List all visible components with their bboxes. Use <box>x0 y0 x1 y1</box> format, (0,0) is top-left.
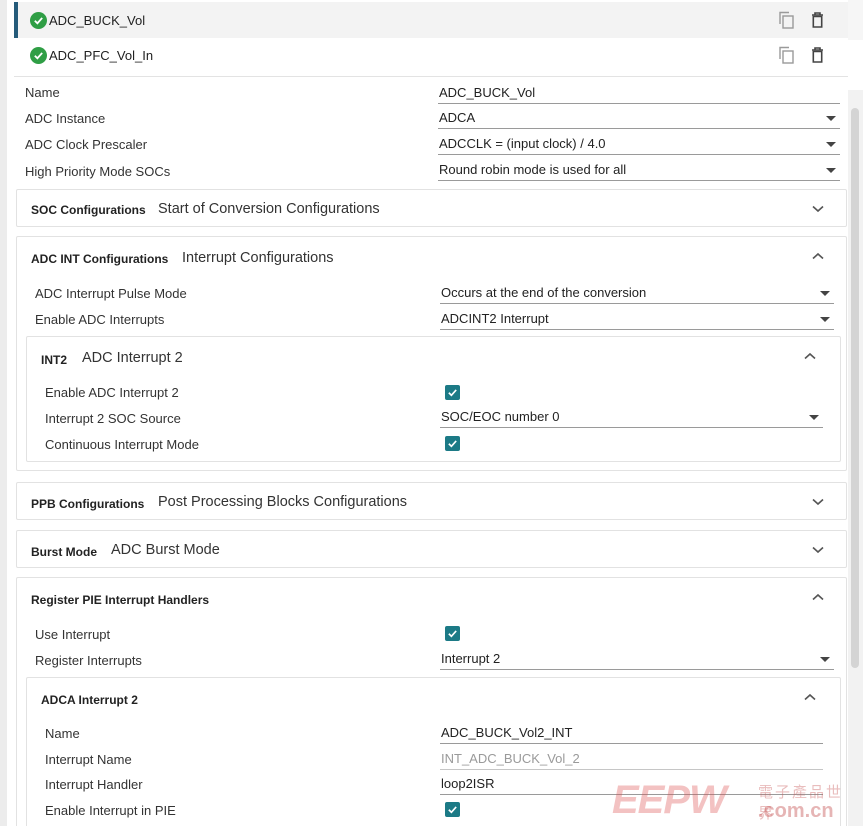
high-priority-label: High Priority Mode SOCs <box>25 164 171 179</box>
clock-prescaler-select[interactable]: ADCCLK = (input clock) / 4.0 <box>438 135 840 155</box>
enable-pie-checkbox[interactable] <box>445 802 460 817</box>
chevron-down-icon[interactable] <box>811 204 825 214</box>
chevron-up-icon[interactable] <box>811 592 825 602</box>
enable-int2-checkbox[interactable] <box>445 385 460 400</box>
section-subtitle: ADC Burst Mode <box>111 542 220 558</box>
burst-mode-section[interactable]: Burst Mode ADC Burst Mode <box>16 530 847 568</box>
section-title: PPB Configurations <box>31 497 145 511</box>
use-interrupt-checkbox[interactable] <box>445 626 460 641</box>
enable-pie-label: Enable Interrupt in PIE <box>45 803 176 818</box>
high-priority-select[interactable]: Round robin mode is used for all <box>438 161 840 181</box>
section-subtitle: Start of Conversion Configurations <box>158 201 380 217</box>
pulse-mode-label: ADC Interrupt Pulse Mode <box>35 286 187 301</box>
copy-icon[interactable] <box>778 11 795 29</box>
name-label: Name <box>25 85 60 100</box>
instance-row-adc-buck-vol[interactable]: ADC_BUCK_Vol <box>14 2 848 38</box>
section-subtitle: Post Processing Blocks Configurations <box>158 494 408 510</box>
instance-row-adc-pfc-vol-in[interactable]: ADC_PFC_Vol_In <box>14 37 848 73</box>
int2-soc-source-select[interactable]: SOC/EOC number 0 <box>440 408 823 428</box>
name-field[interactable]: ADC_BUCK_Vol <box>438 84 840 104</box>
section-subtitle: ADC Interrupt 2 <box>82 350 183 366</box>
section-title: INT2 <box>41 353 68 367</box>
clock-prescaler-label: ADC Clock Prescaler <box>25 137 148 152</box>
section-title: Burst Mode <box>31 545 97 559</box>
watermark-url: .com.cn <box>758 800 834 822</box>
valid-status-icon <box>30 46 47 64</box>
vertical-scrollbar-thumb[interactable] <box>851 108 859 668</box>
adc-int-configurations-section: ADC INT Configurations Interrupt Configu… <box>16 236 847 471</box>
continuous-mode-checkbox[interactable] <box>445 436 460 451</box>
instance-name: ADC_BUCK_Vol <box>49 12 146 28</box>
watermark-logo: EEPW <box>612 778 727 822</box>
adc-instance-select[interactable]: ADCA <box>438 109 840 129</box>
section-title: ADCA Interrupt 2 <box>41 693 138 707</box>
chevron-up-icon[interactable] <box>803 351 817 361</box>
int-name-field: INT_ADC_BUCK_Vol_2 <box>440 750 823 770</box>
copy-icon[interactable] <box>778 46 795 64</box>
valid-status-icon <box>30 11 47 29</box>
divider <box>14 76 848 77</box>
chevron-up-icon[interactable] <box>803 692 817 702</box>
int-name-label: Interrupt Name <box>45 752 132 767</box>
section-title: ADC INT Configurations <box>31 252 169 266</box>
chevron-down-icon[interactable] <box>811 545 825 555</box>
enable-adc-interrupts-label: Enable ADC Interrupts <box>35 312 165 327</box>
eepw-watermark: EEPW 電子產品世界 .com.cn <box>612 778 857 824</box>
section-title: Register PIE Interrupt Handlers <box>31 593 210 607</box>
enable-adc-interrupts-select[interactable]: ADCINT2 Interrupt <box>440 310 834 330</box>
interrupt-name-label: Name <box>45 726 80 741</box>
delete-icon[interactable] <box>809 11 826 29</box>
continuous-mode-label: Continuous Interrupt Mode <box>45 437 199 452</box>
ppb-configurations-section[interactable]: PPB Configurations Post Processing Block… <box>16 482 847 520</box>
section-subtitle: Interrupt Configurations <box>182 250 334 266</box>
pulse-mode-select[interactable]: Occurs at the end of the conversion <box>440 284 834 304</box>
interrupt-handler-label: Interrupt Handler <box>45 777 143 792</box>
enable-int2-label: Enable ADC Interrupt 2 <box>45 385 179 400</box>
section-title: SOC Configurations <box>31 203 146 217</box>
use-interrupt-label: Use Interrupt <box>35 627 111 642</box>
instance-name: ADC_PFC_Vol_In <box>49 47 154 63</box>
left-panel-edge <box>0 0 7 826</box>
interrupt-name-field[interactable]: ADC_BUCK_Vol2_INT <box>440 724 823 744</box>
delete-icon[interactable] <box>809 46 826 64</box>
chevron-down-icon[interactable] <box>811 497 825 507</box>
right-panel-edge <box>848 0 863 40</box>
int2-soc-source-label: Interrupt 2 SOC Source <box>45 411 181 426</box>
register-interrupts-select[interactable]: Interrupt 2 <box>440 650 834 670</box>
chevron-up-icon[interactable] <box>811 251 825 261</box>
adc-instance-label: ADC Instance <box>25 111 106 126</box>
soc-configurations-section[interactable]: SOC Configurations Start of Conversion C… <box>16 189 847 227</box>
int2-section: INT2 ADC Interrupt 2 Enable ADC Interrup… <box>26 336 841 462</box>
register-interrupts-label: Register Interrupts <box>35 653 142 668</box>
